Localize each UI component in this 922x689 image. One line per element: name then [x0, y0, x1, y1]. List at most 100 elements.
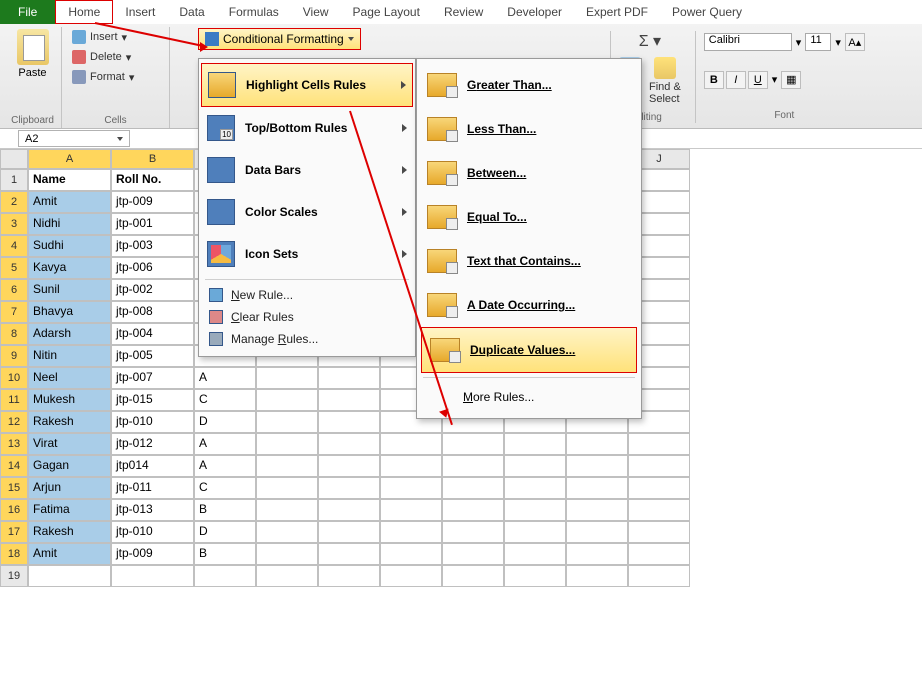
cell[interactable] — [628, 477, 690, 499]
cell[interactable] — [566, 543, 628, 565]
insert-button[interactable]: Insert ▾ — [72, 29, 134, 45]
cell[interactable]: jtp-006 — [111, 257, 194, 279]
row-header-3[interactable]: 3 — [0, 213, 28, 235]
cell[interactable] — [442, 433, 504, 455]
cell[interactable] — [504, 433, 566, 455]
cell[interactable] — [566, 499, 628, 521]
cell[interactable]: Nitin — [28, 345, 111, 367]
cell[interactable] — [442, 521, 504, 543]
tab-developer[interactable]: Developer — [495, 0, 574, 24]
cell[interactable]: jtp-005 — [111, 345, 194, 367]
tab-page-layout[interactable]: Page Layout — [341, 0, 432, 24]
row-header-18[interactable]: 18 — [0, 543, 28, 565]
cell[interactable]: jtp-001 — [111, 213, 194, 235]
menu-more-rules[interactable]: More Rules... — [419, 382, 639, 412]
cell[interactable]: Fatima — [28, 499, 111, 521]
cell[interactable] — [380, 499, 442, 521]
cell[interactable]: Bhavya — [28, 301, 111, 323]
cell[interactable]: jtp014 — [111, 455, 194, 477]
menu-equal-to[interactable]: Equal To... — [419, 195, 639, 239]
underline-button[interactable]: U — [748, 71, 768, 89]
tab-data[interactable]: Data — [167, 0, 216, 24]
cell[interactable] — [442, 455, 504, 477]
font-name-select[interactable]: Calibri — [704, 33, 792, 51]
cell[interactable] — [318, 389, 380, 411]
row-header-6[interactable]: 6 — [0, 279, 28, 301]
paste-icon[interactable] — [17, 29, 49, 65]
cell[interactable]: Arjun — [28, 477, 111, 499]
cell[interactable] — [628, 455, 690, 477]
cell[interactable] — [380, 565, 442, 587]
cell[interactable]: jtp-015 — [111, 389, 194, 411]
tab-file[interactable]: File — [0, 0, 55, 24]
menu-icon-sets[interactable]: Icon Sets — [201, 233, 413, 275]
cell[interactable]: jtp-012 — [111, 433, 194, 455]
italic-button[interactable]: I — [726, 71, 746, 89]
bold-button[interactable]: B — [704, 71, 724, 89]
cell[interactable]: Sudhi — [28, 235, 111, 257]
cell[interactable]: A — [194, 455, 256, 477]
cell[interactable] — [628, 499, 690, 521]
row-header-9[interactable]: 9 — [0, 345, 28, 367]
menu-manage-rules[interactable]: Manage Rules... — [201, 328, 413, 350]
menu-between[interactable]: Between... — [419, 151, 639, 195]
cell[interactable] — [28, 565, 111, 587]
cell[interactable]: Mukesh — [28, 389, 111, 411]
cell[interactable]: jtp-013 — [111, 499, 194, 521]
row-header-4[interactable]: 4 — [0, 235, 28, 257]
cell[interactable] — [380, 543, 442, 565]
cell[interactable] — [256, 565, 318, 587]
cell[interactable]: jtp-009 — [111, 191, 194, 213]
row-header-15[interactable]: 15 — [0, 477, 28, 499]
cell[interactable] — [318, 521, 380, 543]
delete-button[interactable]: Delete ▾ — [72, 49, 134, 65]
cell[interactable] — [504, 477, 566, 499]
cell[interactable] — [566, 565, 628, 587]
border-button[interactable]: ▦ — [781, 71, 801, 89]
tab-formulas[interactable]: Formulas — [217, 0, 291, 24]
cell[interactable] — [442, 499, 504, 521]
row-header-17[interactable]: 17 — [0, 521, 28, 543]
cell[interactable] — [318, 499, 380, 521]
tab-expert-pdf[interactable]: Expert PDF — [574, 0, 660, 24]
cell[interactable] — [256, 543, 318, 565]
tab-power-query[interactable]: Power Query — [660, 0, 754, 24]
cell[interactable]: A — [194, 367, 256, 389]
row-header-16[interactable]: 16 — [0, 499, 28, 521]
row-header-1[interactable]: 1 — [0, 169, 28, 191]
cell[interactable]: B — [194, 543, 256, 565]
select-all-corner[interactable] — [0, 149, 28, 169]
cell[interactable]: Adarsh — [28, 323, 111, 345]
cell[interactable] — [566, 521, 628, 543]
menu-new-rule[interactable]: New Rule... — [201, 284, 413, 306]
cell[interactable]: Nidhi — [28, 213, 111, 235]
menu-data-bars[interactable]: Data Bars — [201, 149, 413, 191]
cell[interactable]: Gagan — [28, 455, 111, 477]
cell[interactable] — [504, 521, 566, 543]
column-header-B[interactable]: B — [111, 149, 194, 169]
cell[interactable] — [318, 433, 380, 455]
tab-home[interactable]: Home — [55, 0, 113, 24]
row-header-8[interactable]: 8 — [0, 323, 28, 345]
menu-clear-rules[interactable]: Clear Rules — [201, 306, 413, 328]
row-header-13[interactable]: 13 — [0, 433, 28, 455]
cell[interactable] — [380, 477, 442, 499]
cell[interactable] — [256, 433, 318, 455]
cell[interactable]: jtp-010 — [111, 521, 194, 543]
menu-duplicate-values[interactable]: Duplicate Values... — [421, 327, 637, 373]
increase-font-button[interactable]: A▴ — [845, 33, 865, 51]
cell[interactable]: jtp-008 — [111, 301, 194, 323]
cell[interactable] — [504, 455, 566, 477]
cell[interactable] — [566, 455, 628, 477]
cell[interactable]: B — [194, 499, 256, 521]
cell[interactable]: jtp-011 — [111, 477, 194, 499]
cell[interactable] — [566, 477, 628, 499]
menu-greater-than[interactable]: Greater Than... — [419, 63, 639, 107]
cell[interactable] — [256, 455, 318, 477]
row-header-10[interactable]: 10 — [0, 367, 28, 389]
cell[interactable]: C — [194, 477, 256, 499]
row-header-7[interactable]: 7 — [0, 301, 28, 323]
cell[interactable]: jtp-009 — [111, 543, 194, 565]
cell[interactable] — [256, 389, 318, 411]
cell[interactable] — [318, 543, 380, 565]
